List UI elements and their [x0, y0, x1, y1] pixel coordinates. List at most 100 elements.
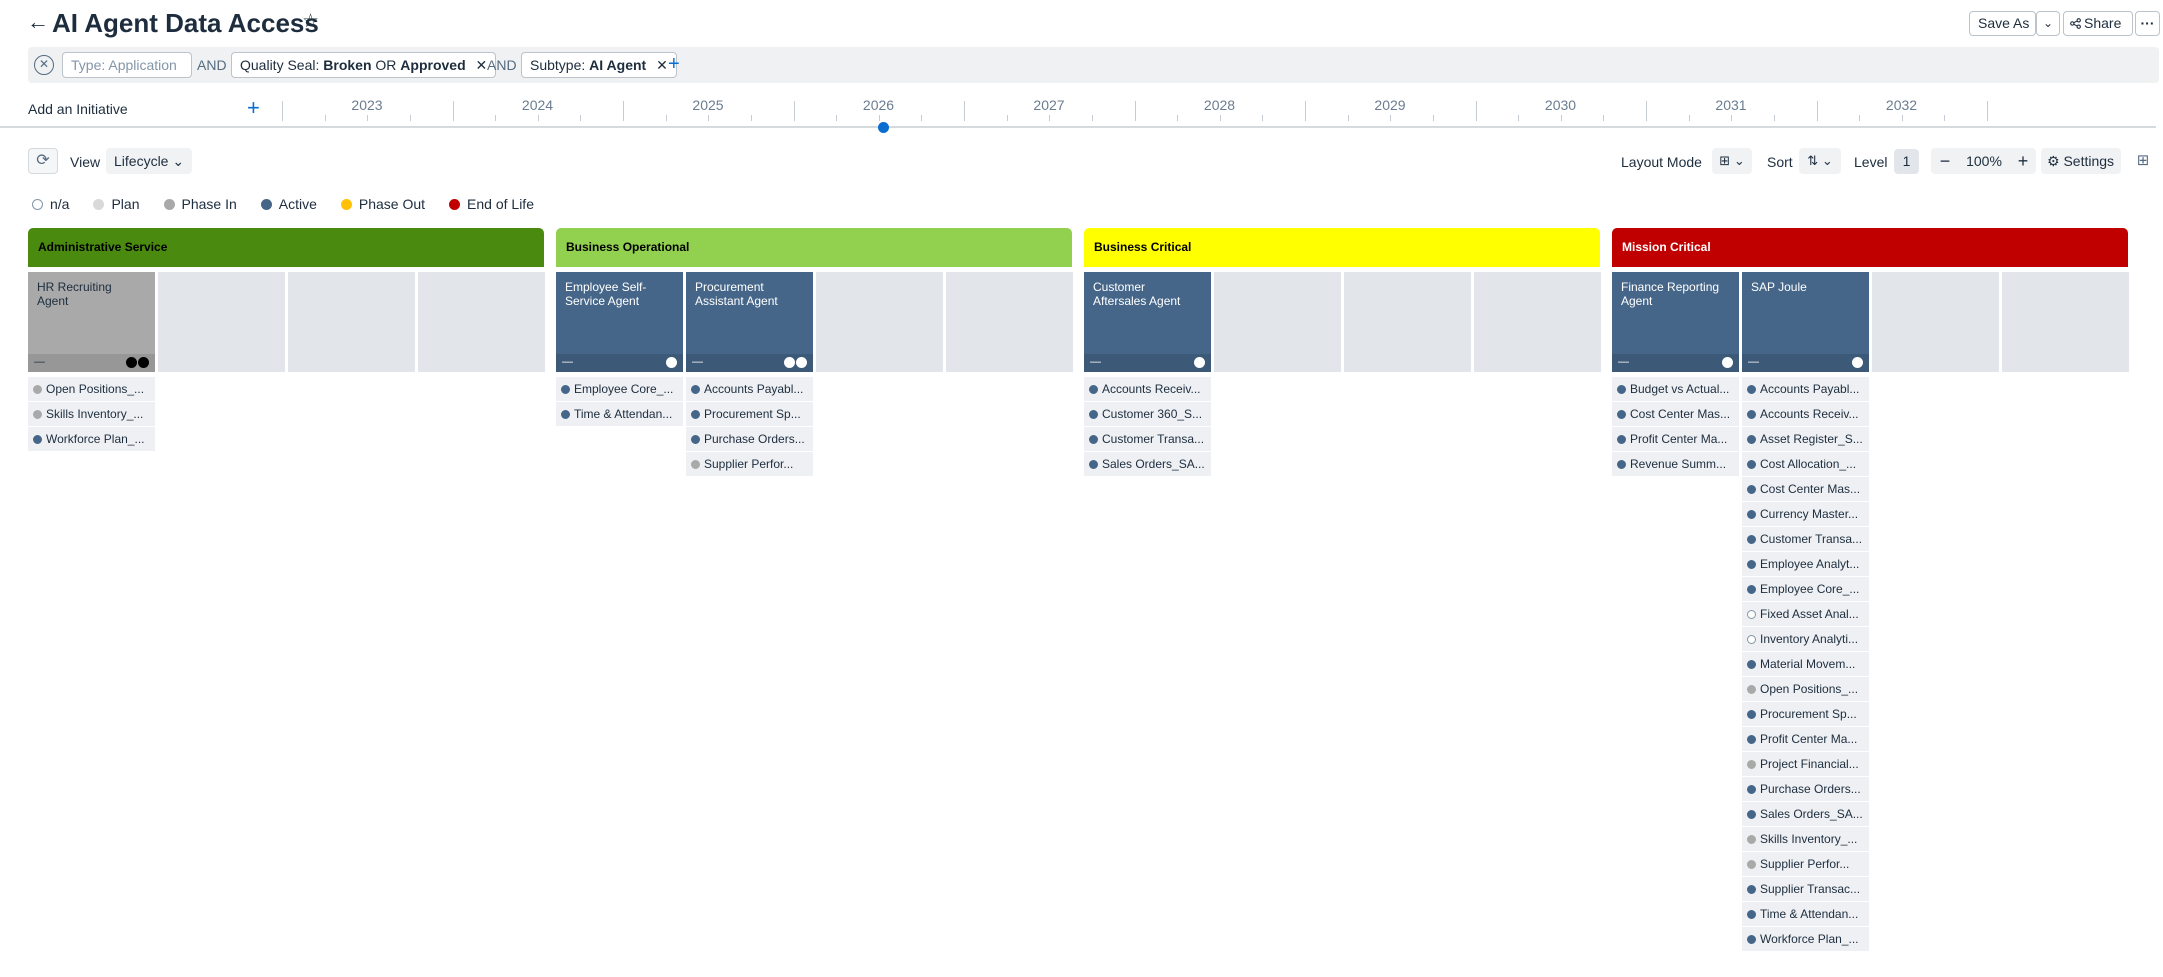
- timeline-year-label: 2028: [1203, 97, 1236, 113]
- data-object-item[interactable]: Accounts Payabl...: [1742, 377, 1869, 401]
- lifecycle-status-dot-icon: [1747, 910, 1756, 919]
- data-object-item[interactable]: Time & Attendan...: [556, 402, 683, 426]
- data-object-item[interactable]: Skills Inventory_...: [1742, 827, 1869, 851]
- card-title: Customer Aftersales Agent: [1093, 280, 1181, 308]
- data-object-item[interactable]: Customer Transa...: [1084, 427, 1211, 451]
- data-object-item[interactable]: Skills Inventory_...: [28, 402, 155, 426]
- collapse-dash-icon[interactable]: —: [34, 355, 45, 369]
- collapse-dash-icon[interactable]: —: [1618, 355, 1629, 369]
- data-object-item[interactable]: Cost Allocation_...: [1742, 452, 1869, 476]
- data-object-item[interactable]: Budget vs Actual...: [1612, 377, 1739, 401]
- data-object-item[interactable]: Purchase Orders...: [686, 427, 813, 451]
- legend-item[interactable]: Plan: [93, 196, 140, 212]
- more-options-button[interactable]: ···: [2135, 11, 2160, 36]
- legend-item[interactable]: End of Life: [449, 196, 534, 212]
- layout-mode-select[interactable]: ⊞ ⌄: [1712, 148, 1752, 174]
- card-title: Finance Reporting Agent: [1621, 280, 1720, 308]
- remove-filter-icon[interactable]: ✕: [656, 57, 668, 73]
- clear-filters-icon[interactable]: ✕: [34, 55, 54, 75]
- remove-filter-icon[interactable]: ✕: [476, 57, 488, 73]
- empty-slot: [2002, 272, 2129, 372]
- view-select[interactable]: Lifecycle ⌄: [106, 148, 193, 174]
- application-card[interactable]: Customer Aftersales Agent —: [1084, 272, 1211, 372]
- data-object-item[interactable]: Customer Transa...: [1742, 527, 1869, 551]
- data-object-item[interactable]: Project Financial...: [1742, 752, 1869, 776]
- legend-item[interactable]: n/a: [32, 196, 69, 212]
- sort-select[interactable]: ⇅ ⌄: [1799, 148, 1841, 174]
- data-object-item[interactable]: Sales Orders_SA...: [1742, 802, 1869, 826]
- favorite-star-icon[interactable]: ☆: [302, 11, 319, 33]
- subtype-label: Subtype:: [530, 57, 586, 73]
- data-object-item[interactable]: Asset Register_S...: [1742, 427, 1869, 451]
- zoom-out-icon[interactable]: −: [1934, 148, 1956, 174]
- data-object-item[interactable]: Material Movem...: [1742, 652, 1869, 676]
- zoom-in-icon[interactable]: +: [2012, 148, 2034, 174]
- status-dot-icon: [1852, 357, 1863, 368]
- data-object-item[interactable]: Employee Analyt...: [1742, 552, 1869, 576]
- data-object-item[interactable]: Accounts Receiv...: [1742, 402, 1869, 426]
- data-object-item[interactable]: Open Positions_...: [28, 377, 155, 401]
- legend-item[interactable]: Phase In: [163, 196, 237, 212]
- timeline-year-tick: [1816, 101, 1818, 121]
- legend-dot-icon: [163, 198, 175, 210]
- timeline-today-handle[interactable]: [878, 122, 889, 133]
- data-object-item[interactable]: Supplier Perfor...: [686, 452, 813, 476]
- share-button[interactable]: Share: [2063, 11, 2133, 36]
- application-card[interactable]: Procurement Assistant Agent —: [686, 272, 813, 372]
- data-object-label: Currency Master...: [1760, 507, 1859, 521]
- save-as-button[interactable]: Save As: [1969, 11, 2036, 36]
- application-card[interactable]: Finance Reporting Agent —: [1612, 272, 1739, 372]
- timeline-year-label: 2030: [1544, 97, 1577, 113]
- save-as-dropdown-button[interactable]: ⌄: [2036, 11, 2060, 36]
- data-object-item[interactable]: Workforce Plan_...: [28, 427, 155, 451]
- data-object-item[interactable]: Cost Center Mas...: [1612, 402, 1739, 426]
- data-object-item[interactable]: Purchase Orders...: [1742, 777, 1869, 801]
- data-object-label: Time & Attendan...: [1760, 907, 1859, 921]
- data-object-item[interactable]: Accounts Payabl...: [686, 377, 813, 401]
- type-filter-input[interactable]: Type: Application: [62, 52, 192, 78]
- chevron-down-icon: ⌄: [1733, 153, 1745, 168]
- data-object-item[interactable]: Inventory Analyti...: [1742, 627, 1869, 651]
- level-value[interactable]: 1: [1894, 149, 1919, 174]
- data-object-item[interactable]: Employee Core_...: [556, 377, 683, 401]
- data-object-item[interactable]: Procurement Sp...: [686, 402, 813, 426]
- data-object-item[interactable]: Supplier Transac...: [1742, 877, 1869, 901]
- data-object-item[interactable]: Currency Master...: [1742, 502, 1869, 526]
- timeline-quarter-tick: [1390, 115, 1392, 121]
- data-object-item[interactable]: Sales Orders_SA...: [1084, 452, 1211, 476]
- data-object-item[interactable]: Fixed Asset Anal...: [1742, 602, 1869, 626]
- data-object-item[interactable]: Revenue Summ...: [1612, 452, 1739, 476]
- application-card[interactable]: SAP Joule —: [1742, 272, 1869, 372]
- application-card[interactable]: HR Recruiting Agent —: [28, 272, 155, 372]
- collapse-dash-icon[interactable]: —: [692, 355, 703, 369]
- timeline-quarter-tick: [1518, 115, 1520, 121]
- legend-item[interactable]: Active: [260, 196, 317, 212]
- data-object-item[interactable]: Supplier Perfor...: [1742, 852, 1869, 876]
- add-initiative-icon[interactable]: +: [247, 97, 260, 119]
- quality-seal-filter-token[interactable]: Quality Seal: Broken OR Approved ✕: [231, 52, 497, 78]
- card-status-dots: [1193, 357, 1205, 368]
- refresh-icon[interactable]: ⟳: [28, 148, 58, 174]
- subtype-filter-token[interactable]: Subtype: AI Agent ✕: [521, 52, 677, 78]
- collapse-dash-icon[interactable]: —: [1090, 355, 1101, 369]
- collapse-dash-icon[interactable]: —: [1748, 355, 1759, 369]
- data-object-item[interactable]: Procurement Sp...: [1742, 702, 1869, 726]
- back-arrow-icon[interactable]: ←: [27, 10, 49, 34]
- data-object-item[interactable]: Profit Center Ma...: [1742, 727, 1869, 751]
- timeline-quarter-tick: [1773, 115, 1775, 121]
- legend-item[interactable]: Phase Out: [340, 196, 425, 212]
- data-object-item[interactable]: Employee Core_...: [1742, 577, 1869, 601]
- data-object-item[interactable]: Workforce Plan_...: [1742, 927, 1869, 951]
- data-object-item[interactable]: Open Positions_...: [1742, 677, 1869, 701]
- data-object-item[interactable]: Customer 360_S...: [1084, 402, 1211, 426]
- data-object-item[interactable]: Accounts Receiv...: [1084, 377, 1211, 401]
- add-filter-icon[interactable]: +: [668, 52, 680, 76]
- settings-button[interactable]: ⚙ Settings: [2041, 148, 2121, 174]
- timeline-quarter-tick: [367, 115, 369, 121]
- data-object-item[interactable]: Time & Attendan...: [1742, 902, 1869, 926]
- data-object-item[interactable]: Profit Center Ma...: [1612, 427, 1739, 451]
- side-panel-icon[interactable]: ⊞: [2131, 150, 2155, 172]
- collapse-dash-icon[interactable]: —: [562, 355, 573, 369]
- application-card[interactable]: Employee Self-Service Agent —: [556, 272, 683, 372]
- data-object-item[interactable]: Cost Center Mas...: [1742, 477, 1869, 501]
